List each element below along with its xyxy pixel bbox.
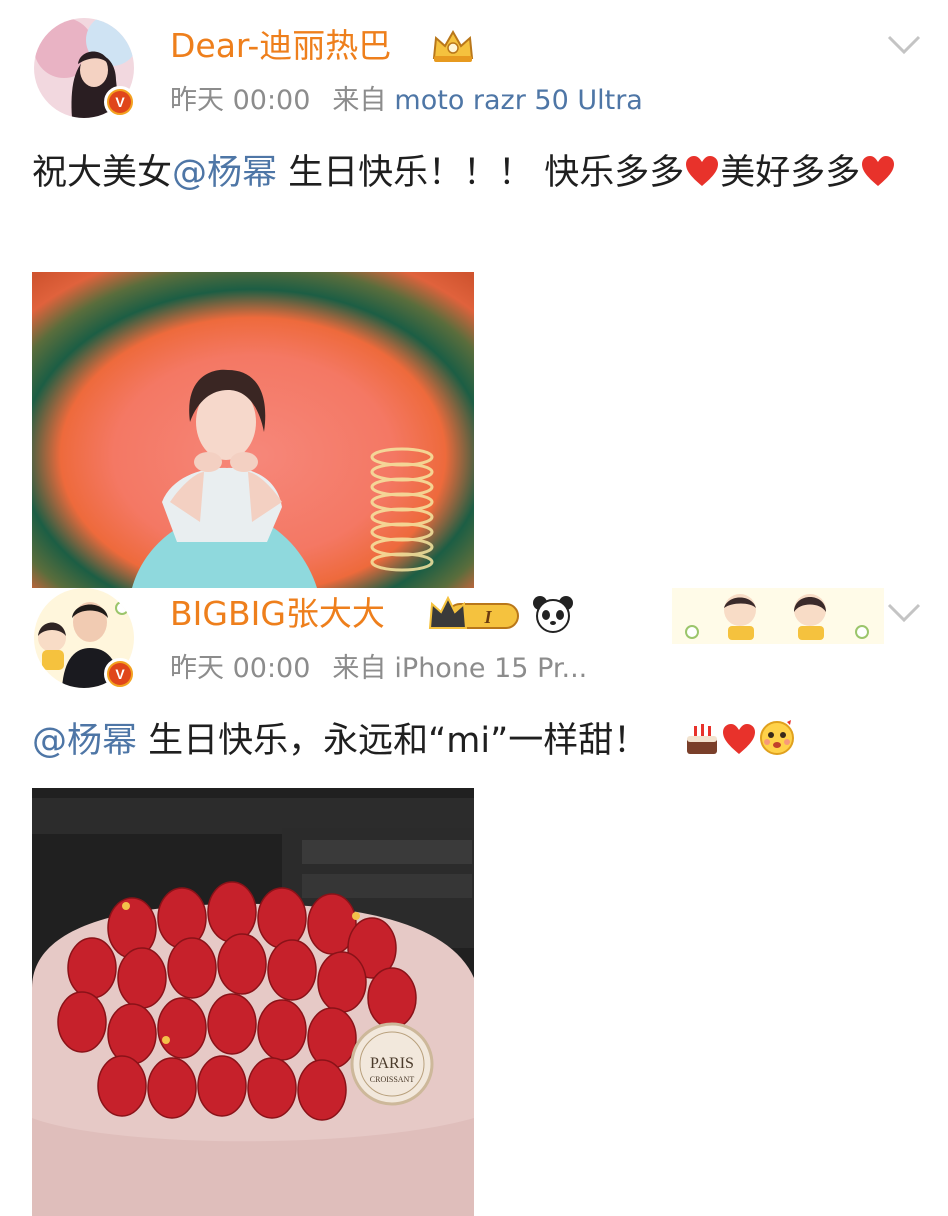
heart-icon: [686, 156, 719, 186]
mention-link[interactable]: @杨幂: [172, 153, 277, 193]
verified-badge-icon: V: [104, 658, 136, 690]
username[interactable]: Dear-迪丽热巴: [170, 26, 391, 66]
post-text: 祝大美女@杨幂 生日快乐！！！ 快乐多多 美好多多: [32, 148, 912, 198]
chevron-down-icon[interactable]: [886, 34, 922, 56]
panda-icon: [533, 596, 573, 633]
post-time: 昨天 00:00: [170, 85, 311, 116]
post-source[interactable]: iPhone 15 Pr...: [394, 653, 587, 684]
post-card: V BIGBIG张大大 I 昨天 00:00 来自 iPhone 15 Pr... …: [0, 588, 948, 1216]
cake-plaque-subtitle: CROISSANT: [370, 1075, 415, 1084]
rank-badge-icon: I: [428, 595, 519, 629]
post-image[interactable]: [32, 272, 474, 588]
post-meta: 昨天 00:00 来自 moto razr 50 Ultra: [170, 84, 643, 118]
post-source[interactable]: moto razr 50 Ultra: [394, 85, 642, 116]
post-meta: 昨天 00:00 来自 iPhone 15 Pr...: [170, 652, 587, 686]
chevron-down-icon[interactable]: [886, 602, 922, 624]
post-card: V Dear-迪丽热巴 昨天 00:00 来自 moto razr 50 Ultra…: [0, 0, 948, 588]
sticker-banner: [672, 588, 884, 644]
post-text-part: 生日快乐，永远和“mi”一样甜！: [137, 721, 649, 761]
heart-icon: [723, 724, 756, 754]
username[interactable]: BIGBIG张大大: [170, 594, 385, 634]
post-image[interactable]: PARIS CROISSANT: [32, 788, 474, 1216]
post-text-part: 祝大美女: [32, 153, 173, 193]
source-prefix: 来自: [332, 653, 387, 684]
post-text-part: 生日快乐！！！ 快乐多多: [277, 153, 685, 193]
rank-badge-label: I: [483, 607, 492, 627]
heart-icon: [862, 156, 895, 186]
blush-emoji-icon: [760, 720, 795, 755]
cake-icon: [687, 724, 718, 754]
source-prefix: 来自: [332, 85, 387, 116]
cake-plaque-brand: PARIS: [370, 1055, 414, 1072]
verified-badge-icon: V: [104, 86, 136, 118]
post-text-part: 美好多多: [720, 153, 861, 193]
post-text: @杨幂 生日快乐，永远和“mi”一样甜！: [32, 716, 912, 766]
post-time: 昨天 00:00: [170, 653, 311, 684]
mention-link[interactable]: @杨幂: [32, 721, 137, 761]
crown-icon: [432, 29, 474, 62]
